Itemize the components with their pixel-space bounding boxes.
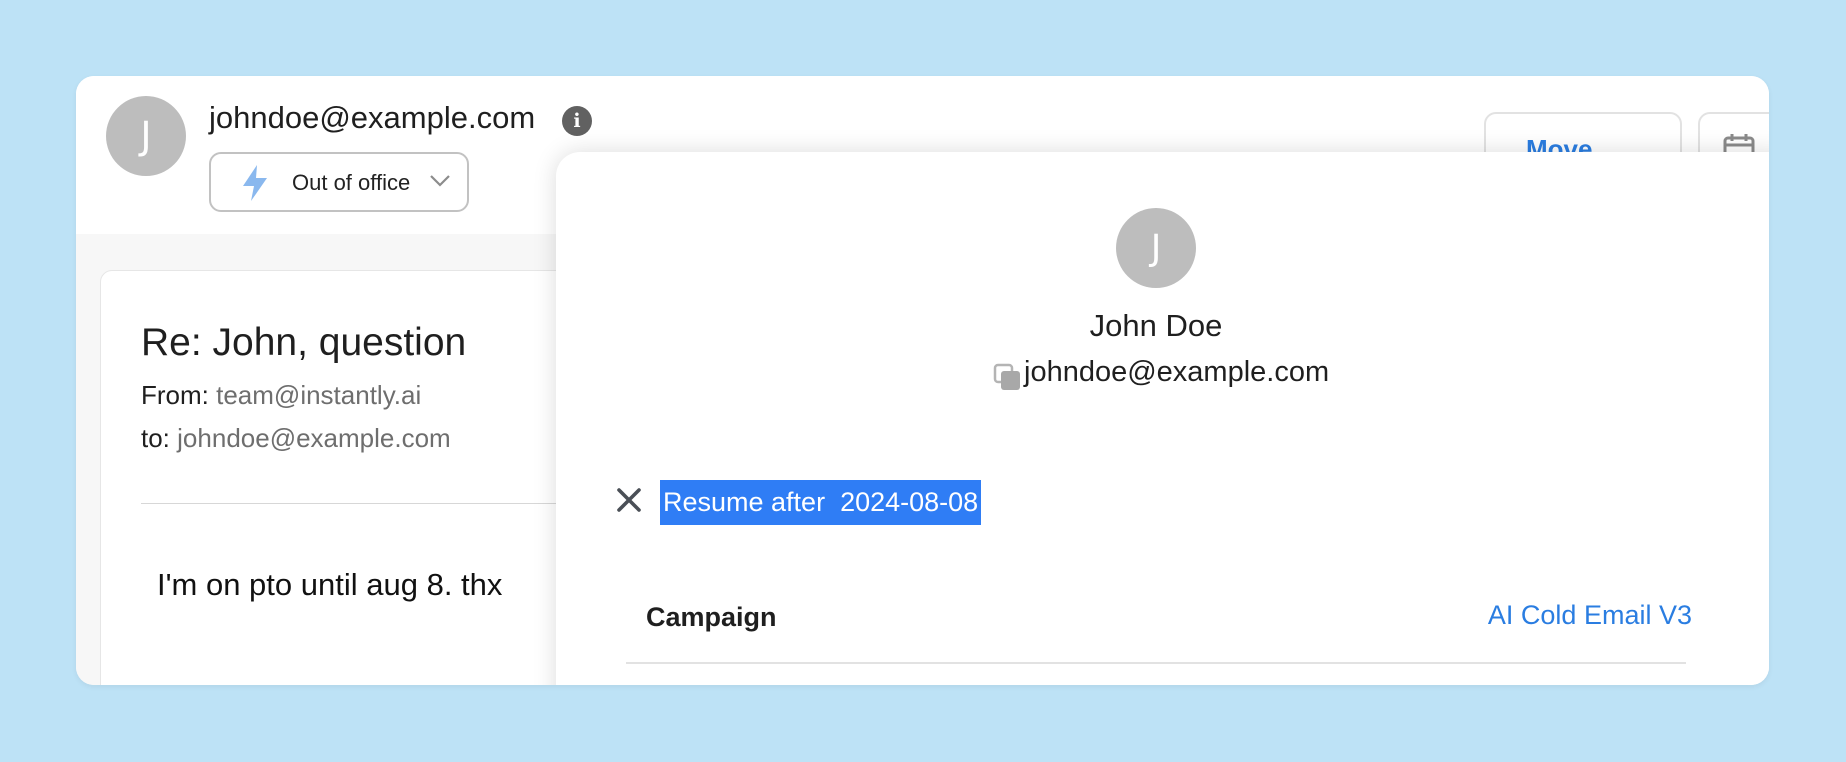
bolt-icon — [243, 165, 267, 201]
to-address: johndoe@example.com — [177, 423, 451, 453]
info-icon[interactable]: i — [562, 106, 592, 136]
email-body: I'm on pto until aug 8. thx — [157, 567, 503, 602]
lead-detail-window: J johndoe@example.com i Out of office Mo… — [76, 76, 1769, 685]
status-label: Out of office — [292, 170, 411, 195]
copy-icon[interactable] — [992, 362, 1022, 392]
campaign-label: Campaign — [646, 602, 777, 632]
contact-name: John Doe — [1089, 308, 1223, 343]
lead-email: johndoe@example.com — [209, 100, 536, 135]
campaign-link[interactable]: AI Cold Email V3 — [1488, 600, 1692, 631]
from-address: team@instantly.ai — [216, 380, 422, 410]
contact-popover: J John Doe johndoe@example.com Resume af… — [556, 152, 1769, 685]
email-subject: Re: John, question — [141, 321, 467, 364]
resume-date-chip[interactable]: Resume after 2024-08-08 — [660, 480, 982, 525]
contact-avatar: J — [1116, 208, 1196, 288]
divider — [626, 662, 1686, 664]
from-label: From: — [141, 380, 209, 410]
to-label: to: — [141, 423, 170, 453]
avatar: J — [106, 96, 186, 176]
chevron-down-icon — [430, 175, 450, 187]
status-dropdown[interactable]: Out of office — [209, 152, 469, 212]
email-from: From: team@instantly.ai — [141, 380, 421, 411]
close-icon[interactable] — [616, 487, 642, 513]
email-to: to: johndoe@example.com — [141, 423, 451, 454]
contact-email: johndoe@example.com — [1024, 356, 1330, 388]
